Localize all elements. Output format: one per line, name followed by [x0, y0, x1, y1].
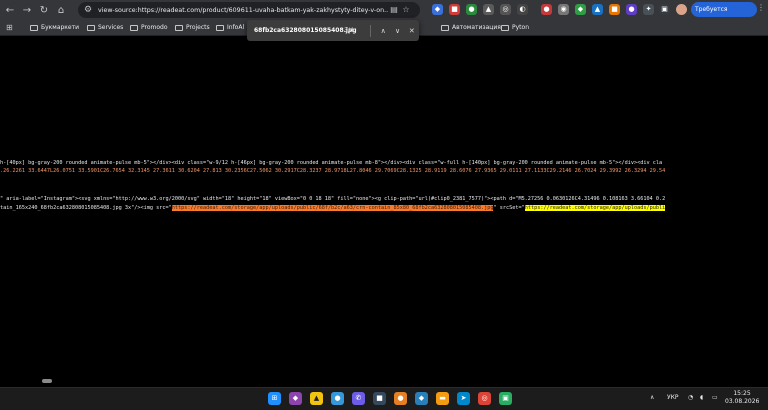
extension-icon[interactable]: ● — [626, 4, 637, 15]
viber-icon[interactable]: ✆ — [352, 392, 365, 405]
match-count: 3/4 — [344, 27, 354, 34]
extension-icon[interactable]: ◐ — [517, 4, 528, 15]
url-text[interactable]: view-source:https://readeat.com/product/… — [98, 7, 388, 14]
app-icon[interactable]: ▲ — [310, 392, 323, 405]
copilot-icon[interactable]: ◆ — [289, 392, 302, 405]
extension-icon[interactable]: ● — [541, 4, 552, 15]
previous-match-button[interactable]: ∧ — [376, 27, 390, 35]
source-line: " aria-label="Instagram"><svg xmlns="htt… — [0, 196, 666, 202]
bookmark-folder[interactable]: Pyton — [501, 20, 529, 35]
extension-icon[interactable]: ◎ — [500, 4, 511, 15]
firefox-icon[interactable]: ● — [394, 392, 407, 405]
taskbar: ⊞ ◆ ▲ ● ✆ ■ ● ◆ ▬ ➤ ◎ ▣ ∧ УКР ◔ ◖ ▭ 15:2… — [0, 387, 768, 410]
file-explorer-icon[interactable]: ▬ — [436, 392, 449, 405]
bookmark-folder[interactable]: Services — [87, 20, 123, 35]
extensions-puzzle-icon[interactable]: ✦ — [643, 4, 654, 15]
extension-icon[interactable]: ▲ — [483, 4, 494, 15]
folder-icon — [130, 24, 138, 31]
app-icon[interactable]: ▣ — [499, 392, 512, 405]
tray-chevron-icon[interactable]: ∧ — [650, 394, 654, 401]
avatar[interactable] — [676, 4, 687, 15]
extension-icon[interactable]: ■ — [609, 4, 620, 15]
divider — [370, 24, 371, 37]
bookmark-folder[interactable]: Promodo — [130, 20, 168, 35]
extension-icon[interactable]: ● — [466, 4, 477, 15]
folder-icon — [441, 24, 449, 31]
find-query[interactable]: 68fb2ca632808015085408.jpg — [254, 27, 357, 34]
windows-start-icon[interactable]: ⊞ — [268, 392, 281, 405]
back-icon[interactable]: ← — [3, 2, 17, 18]
bookmark-star-icon[interactable]: ☆ — [400, 4, 412, 16]
bookmark-folder[interactable]: Projects — [175, 20, 210, 35]
app-icon[interactable]: ● — [331, 392, 344, 405]
tab-search-icon[interactable]: ▣ — [659, 4, 670, 15]
menu-icon[interactable]: ⋮ — [757, 3, 765, 12]
reload-icon[interactable]: ↻ — [37, 2, 51, 18]
address-bar[interactable]: ⚙ view-source:https://readeat.com/produc… — [78, 2, 420, 18]
bookmark-folder[interactable]: InfoAl — [216, 20, 244, 35]
site-info-icon[interactable]: ⚙ — [82, 4, 94, 16]
page-icon[interactable]: ▤ — [388, 4, 400, 16]
action-required-button[interactable]: Требуется действие — [691, 2, 757, 28]
folder-icon — [175, 24, 183, 31]
folder-icon — [87, 24, 95, 31]
language-indicator[interactable]: УКР — [667, 394, 679, 401]
date: 03.08.2026 — [725, 398, 760, 405]
folder-icon — [216, 24, 224, 31]
source-line: tain_165x240_68fb2ca632808015085408.jpg … — [0, 205, 666, 212]
bookmark-folder[interactable]: Автоматизация — [441, 20, 501, 35]
extension-icon[interactable]: ◆ — [575, 4, 586, 15]
battery-icon[interactable]: ▭ — [712, 394, 718, 401]
app-icon[interactable]: ■ — [373, 392, 386, 405]
extension-icon[interactable]: ◆ — [432, 4, 443, 15]
apps-icon[interactable]: ⊞ — [6, 23, 13, 32]
match-highlight[interactable]: https://readeat.com/storage/app/uploads/… — [524, 205, 666, 211]
folder-icon — [30, 24, 38, 31]
extension-icon[interactable]: ◉ — [558, 4, 569, 15]
close-find-button[interactable]: ✕ — [405, 27, 419, 35]
forward-icon[interactable]: → — [20, 2, 34, 18]
extension-icon[interactable]: ■ — [449, 4, 460, 15]
folder-icon — [501, 24, 509, 31]
horizontal-scrollbar[interactable] — [42, 379, 52, 383]
clock[interactable]: 15:25 03.08.2026 — [725, 390, 759, 406]
time: 15:25 — [733, 390, 751, 397]
telegram-icon[interactable]: ➤ — [457, 392, 470, 405]
source-line: .26.2261 33.6447L26.0751 33.5901C26.7654… — [0, 168, 666, 174]
extension-icon[interactable]: ▲ — [592, 4, 603, 15]
source-line: h-[40px] bg-gray-200 rounded animate-pul… — [0, 160, 663, 166]
current-match-highlight[interactable]: https://readeat.com/storage/app/uploads/… — [171, 205, 494, 211]
source-text: " srcSet=" — [493, 205, 525, 211]
find-bar: 68fb2ca632808015085408.jpg 3/4 ∧ ∨ ✕ — [247, 20, 419, 41]
chrome-icon[interactable]: ◎ — [478, 392, 491, 405]
volume-icon[interactable]: ◖ — [700, 394, 703, 401]
bookmark-folder[interactable]: Букмаркети — [30, 20, 79, 35]
home-icon[interactable]: ⌂ — [54, 2, 68, 18]
app-icon[interactable]: ◆ — [415, 392, 428, 405]
next-match-button[interactable]: ∨ — [390, 27, 404, 35]
wifi-icon[interactable]: ◔ — [688, 394, 693, 401]
source-text: tain_165x240_68fb2ca632808015085408.jpg … — [0, 205, 172, 211]
